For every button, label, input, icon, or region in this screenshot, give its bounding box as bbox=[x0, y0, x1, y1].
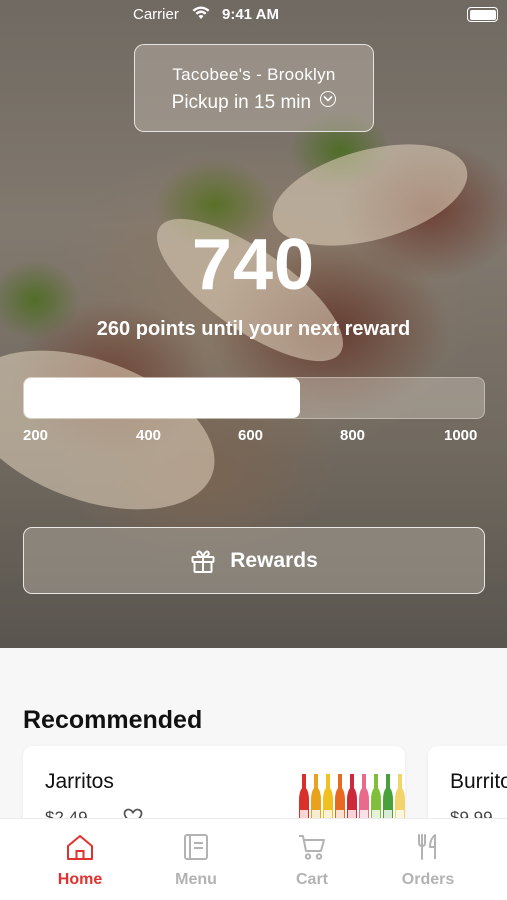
reward-progress-fill bbox=[24, 378, 300, 418]
progress-tick: 400 bbox=[136, 427, 162, 444]
section-title-recommended: Recommended bbox=[23, 706, 203, 734]
heart-icon[interactable] bbox=[123, 808, 143, 818]
progress-tick: 600 bbox=[238, 427, 264, 444]
product-card-jarritos[interactable]: Jarritos $2.49 bbox=[23, 746, 405, 818]
status-bar: Carrier 9:41 AM bbox=[0, 0, 507, 30]
product-price: $9.99 bbox=[450, 808, 493, 818]
pickup-time: Pickup in 15 min bbox=[135, 91, 373, 114]
home-icon bbox=[67, 835, 93, 860]
pickup-label: Pickup in 15 min bbox=[171, 92, 312, 113]
cart-icon bbox=[299, 835, 325, 860]
store-name: Tacobee's - Brooklyn bbox=[172, 65, 336, 84]
main-content: Recommended Jarritos $2.49 Burrito $9.99 bbox=[0, 648, 507, 818]
reward-progress-bar bbox=[23, 377, 485, 419]
tab-bar: Home Menu Cart Orders bbox=[0, 818, 507, 900]
tab-orders[interactable]: Orders bbox=[370, 819, 486, 900]
tab-cart[interactable]: Cart bbox=[254, 819, 370, 900]
tab-home[interactable]: Home bbox=[22, 819, 138, 900]
progress-tick: 800 bbox=[340, 427, 366, 444]
fork-knife-icon bbox=[418, 834, 436, 860]
store-selector[interactable]: Tacobee's - Brooklyn Pickup in 15 min bbox=[134, 44, 374, 132]
tab-label: Orders bbox=[401, 871, 455, 888]
product-name: Burrito bbox=[450, 770, 507, 793]
clock: 9:41 AM bbox=[222, 6, 279, 23]
points-until-reward: 260 points until your next reward bbox=[96, 318, 411, 340]
tab-menu[interactable]: Menu bbox=[138, 819, 254, 900]
rewards-button[interactable]: Rewards bbox=[23, 527, 485, 594]
tab-label: Cart bbox=[295, 871, 328, 888]
battery-icon bbox=[467, 7, 498, 22]
product-card-burrito[interactable]: Burrito $9.99 bbox=[428, 746, 507, 818]
chevron-down-icon bbox=[320, 91, 337, 107]
gift-icon bbox=[191, 550, 215, 573]
progress-tick: 200 bbox=[23, 427, 49, 444]
rewards-button-label: Rewards bbox=[230, 548, 318, 572]
wifi-icon bbox=[192, 6, 210, 19]
product-name: Jarritos bbox=[45, 770, 114, 793]
carrier-label: Carrier bbox=[133, 6, 179, 23]
product-price: $2.49 bbox=[45, 808, 88, 818]
tab-label: Home bbox=[57, 871, 103, 888]
jarritos-bottles-image bbox=[299, 774, 405, 818]
menu-icon bbox=[184, 834, 208, 860]
progress-tick: 1000 bbox=[444, 427, 478, 444]
points-balance: 740 bbox=[191, 225, 316, 305]
tab-label: Menu bbox=[175, 871, 217, 888]
